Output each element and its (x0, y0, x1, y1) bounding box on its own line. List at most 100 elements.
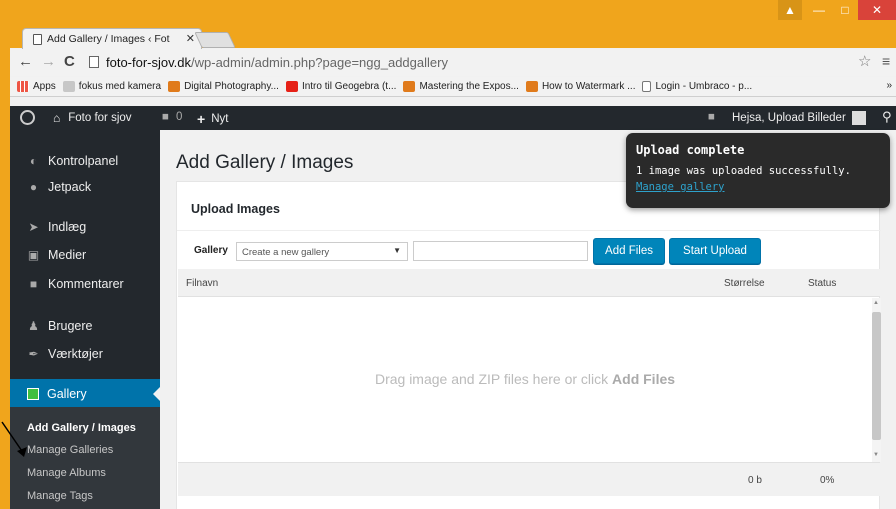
comments-count: 0 (175, 111, 183, 123)
submenu-manage-galleries[interactable]: Manage Galleries (27, 444, 113, 456)
browser-menu-icon[interactable]: ≡ (882, 53, 890, 69)
bookmark-label: Apps (33, 81, 56, 92)
file-dropzone[interactable]: Drag image and ZIP files here or click A… (178, 298, 872, 462)
close-window-button[interactable]: ✕ (858, 0, 896, 20)
pin-icon: ➤ (28, 219, 39, 234)
upload-controls: Gallery Create a new gallery ▼ Add Files… (177, 238, 881, 264)
bookmark-item[interactable]: Mastering the Expos... (403, 81, 519, 92)
youtube-icon (285, 81, 298, 92)
manage-gallery-link[interactable]: Manage gallery (636, 181, 725, 193)
r-icon (403, 81, 416, 92)
bookmark-label: Login - Umbraco - p... (655, 81, 753, 92)
column-status: Status (808, 278, 837, 289)
browser-titlebar: Add Gallery / Images ‹ Fot ✕ ▲ — □ ✕ (10, 0, 896, 50)
add-files-button[interactable]: Add Files (593, 238, 665, 264)
scrollbar-thumb[interactable] (872, 312, 881, 440)
divider (177, 230, 881, 231)
sidebar-item-label: Kontrolpanel (48, 154, 119, 168)
greeting-text: Hejsa, Upload Billeder (732, 112, 846, 124)
address-bar: ← → C foto-for-sjov.dk/wp-admin/admin.ph… (10, 49, 896, 76)
column-filename: Filnavn (186, 278, 219, 289)
tools-icon: ✒ (28, 346, 39, 361)
users-icon: ♟ (28, 318, 39, 333)
bookmark-label: fokus med kamera (78, 81, 162, 92)
new-content-link[interactable]: + Nyt (197, 111, 228, 127)
notification-icon[interactable]: ■ (708, 111, 715, 123)
avatar (851, 111, 866, 125)
comments-link[interactable]: ■ 0 (162, 111, 182, 123)
submenu-add-gallery[interactable]: Add Gallery / Images (27, 422, 136, 434)
sidebar-item-indlaeg[interactable]: ➤ Indlæg (10, 212, 160, 242)
admin-sidebar: ◐ Kontrolpanel ● Jetpack ➤ Indlæg ▣ Medier ■… (10, 130, 160, 509)
new-tab-button[interactable] (194, 32, 236, 48)
url-path: /wp-admin/admin.php?page=ngg_addgallery (191, 55, 448, 70)
sidebar-item-label: Jetpack (48, 180, 92, 194)
profile-icon[interactable]: ▲ (778, 0, 802, 20)
forward-arrow-icon[interactable]: → (41, 53, 56, 70)
tab-close-icon[interactable]: ✕ (186, 32, 195, 45)
bookmark-label: How to Watermark ... (541, 81, 636, 92)
tab-title: Add Gallery / Images ‹ Fot (47, 33, 170, 45)
bookmarks-bar: Apps fokus med kamera Digital Photograph… (10, 77, 896, 97)
submenu-manage-tags[interactable]: Manage Tags (27, 490, 93, 502)
back-arrow-icon[interactable]: ← (18, 53, 33, 70)
site-name: Foto for sjov (68, 112, 132, 124)
plus-icon: + (197, 111, 206, 127)
sidebar-item-gallery[interactable]: Gallery (10, 379, 160, 409)
media-icon: ▣ (27, 247, 40, 262)
sidebar-item-jetpack[interactable]: ● Jetpack (10, 172, 160, 202)
document-icon (642, 81, 652, 92)
comment-icon: ■ (162, 111, 169, 123)
page-icon (89, 56, 99, 68)
maximize-button[interactable]: □ (832, 0, 858, 20)
gallery-select-value: Create a new gallery (242, 247, 330, 258)
tooltip-message: 1 image was uploaded successfully. (636, 165, 851, 177)
minimize-button[interactable]: — (806, 0, 832, 20)
scroll-up-icon[interactable]: ▲ (873, 300, 879, 306)
sidebar-item-brugere[interactable]: ♟ Brugere (10, 311, 160, 341)
search-icon[interactable]: ⚲ (882, 109, 892, 125)
browser-tab[interactable]: Add Gallery / Images ‹ Fot ✕ (22, 28, 202, 50)
r-icon (168, 81, 181, 92)
bookmark-item[interactable]: fokus med kamera (62, 81, 162, 92)
bookmark-star-icon[interactable]: ☆ (858, 52, 871, 70)
sidebar-item-kommentarer[interactable]: ■ Kommentarer (10, 269, 160, 299)
gallery-label: Gallery (194, 245, 228, 256)
bookmark-label: Digital Photography... (184, 81, 279, 92)
sidebar-item-label: Medier (48, 248, 87, 262)
file-table-header: Filnavn Størrelse Status (178, 269, 880, 297)
folder-icon (62, 81, 75, 92)
bookmark-item[interactable]: Apps (17, 81, 56, 92)
sidebar-item-vaerktoejer[interactable]: ✒ Værktøjer (10, 339, 160, 369)
sidebar-item-label: Gallery (47, 387, 87, 401)
apps-icon (17, 81, 29, 92)
sidebar-item-label: Værktøjer (48, 347, 103, 361)
home-icon: ⌂ (53, 111, 61, 125)
bookmark-item[interactable]: Digital Photography... (168, 81, 279, 92)
upload-heading: Upload Images (191, 202, 280, 216)
sidebar-item-medier[interactable]: ▣ Medier (10, 240, 160, 270)
reload-icon[interactable]: C (64, 53, 75, 70)
site-name-link[interactable]: ⌂ Foto for sjov (53, 111, 132, 125)
sidebar-item-label: Indlæg (48, 220, 87, 234)
sidebar-item-label: Brugere (48, 319, 93, 333)
url-field[interactable]: foto-for-sjov.dk/wp-admin/admin.php?page… (106, 55, 448, 70)
bookmark-item[interactable]: Login - Umbraco - p... (642, 81, 752, 92)
dropzone-scrollbar[interactable]: ▲ ▼ (872, 298, 881, 462)
wp-admin-bar: ⌂ Foto for sjov ■ 0 + Nyt ■ Hejsa, Uploa… (10, 106, 896, 130)
gallery-select[interactable]: Create a new gallery ▼ (236, 242, 408, 261)
bookmarks-overflow-icon[interactable]: » (886, 80, 892, 91)
account-menu[interactable]: Hejsa, Upload Billeder (732, 111, 866, 125)
new-label: Nyt (211, 113, 229, 125)
bookmark-item[interactable]: How to Watermark ... (525, 81, 636, 92)
comment-icon: ■ (29, 276, 38, 291)
browser-window: Add Gallery / Images ‹ Fot ✕ ▲ — □ ✕ ← →… (10, 0, 896, 509)
window-controls: ▲ — □ ✕ (778, 0, 896, 22)
bookmark-item[interactable]: Intro til Geogebra (t... (285, 81, 396, 92)
submenu-manage-albums[interactable]: Manage Albums (27, 467, 106, 479)
wordpress-logo-icon[interactable] (20, 110, 35, 125)
gallery-name-input[interactable] (413, 241, 588, 261)
scroll-down-icon[interactable]: ▼ (873, 452, 879, 458)
dropzone-add-files-text: Add Files (612, 371, 676, 387)
start-upload-button[interactable]: Start Upload (669, 238, 761, 264)
